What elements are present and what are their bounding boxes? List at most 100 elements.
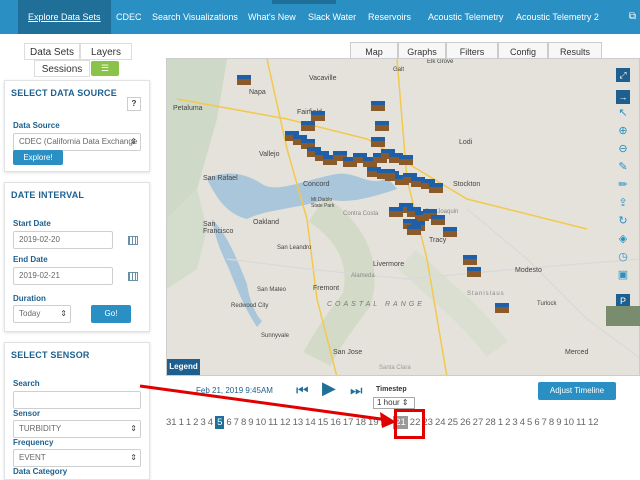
sliders-icon[interactable]: ☰ <box>91 61 119 76</box>
day-item[interactable]: 6 <box>534 417 539 428</box>
day-item[interactable]: 7 <box>542 417 547 428</box>
clock-icon[interactable]: ◷ <box>616 250 630 264</box>
day-item[interactable]: 9 <box>556 417 561 428</box>
day-item[interactable]: 27 <box>473 417 484 428</box>
day-item[interactable]: 31 <box>166 417 177 428</box>
station-marker-icon[interactable] <box>301 121 315 131</box>
day-item[interactable]: 17 <box>343 417 354 428</box>
frequency-select[interactable]: EVENT ⇕ <box>13 449 141 467</box>
day-item[interactable]: 19 <box>368 417 379 428</box>
tab-slack-water[interactable]: Slack Water <box>308 0 356 34</box>
frame-icon[interactable]: ▣ <box>616 268 630 282</box>
day-item[interactable]: 2 <box>505 417 510 428</box>
measure-icon[interactable]: ✎ <box>616 160 630 174</box>
tab-explore-data-sets[interactable]: Explore Data Sets <box>18 0 111 34</box>
refresh-icon[interactable]: ↻ <box>616 214 630 228</box>
tab-data-sets[interactable]: Data Sets <box>24 43 80 60</box>
data-source-select[interactable]: CDEC (California Data Exchange ⇕ <box>13 133 141 151</box>
day-item[interactable]: 3 <box>200 417 205 428</box>
day-item[interactable]: 9 <box>248 417 253 428</box>
day-item[interactable]: 2 <box>193 417 198 428</box>
draw-icon[interactable]: ✏ <box>616 178 630 192</box>
tab-acoustic-telemetry[interactable]: Acoustic Telemetry <box>428 0 503 34</box>
day-item[interactable]: 5 <box>527 417 532 428</box>
station-marker-icon[interactable] <box>429 183 443 193</box>
day-item[interactable]: 20 <box>381 417 392 428</box>
station-marker-icon[interactable] <box>463 255 477 265</box>
station-marker-icon[interactable] <box>371 137 385 147</box>
sensor-select[interactable]: TURBIDITY ⇕ <box>13 420 141 438</box>
day-item[interactable]: 8 <box>549 417 554 428</box>
day-item[interactable]: 10 <box>564 417 575 428</box>
day-item[interactable]: 10 <box>256 417 267 428</box>
day-item[interactable]: 7 <box>234 417 239 428</box>
day-item[interactable]: 16 <box>330 417 341 428</box>
day-item[interactable]: 13 <box>293 417 304 428</box>
day-item[interactable]: 14 <box>305 417 316 428</box>
tab-search-visualizations[interactable]: Search Visualizations <box>152 0 238 34</box>
station-marker-icon[interactable] <box>443 227 457 237</box>
station-marker-icon[interactable] <box>407 225 421 235</box>
station-marker-icon[interactable] <box>371 101 385 111</box>
adjust-timeline-button[interactable]: Adjust Timeline <box>538 382 616 400</box>
day-item[interactable]: 3 <box>512 417 517 428</box>
day-item[interactable]: 11 <box>268 417 278 428</box>
tab-cdec[interactable]: CDEC <box>116 0 142 34</box>
fullscreen-icon[interactable]: ⤢ <box>616 68 630 82</box>
station-marker-icon[interactable] <box>495 303 509 313</box>
day-item[interactable]: 4 <box>208 417 213 428</box>
arrow-right-icon[interactable]: → <box>616 90 630 104</box>
day-item[interactable]: 11 <box>576 417 586 428</box>
day-item[interactable]: 1 <box>498 417 503 428</box>
day-item[interactable]: 25 <box>448 417 459 428</box>
station-marker-icon[interactable] <box>431 215 445 225</box>
explore-button[interactable]: Explore! <box>13 150 63 165</box>
timestep-select[interactable]: 1 hour ⇕ <box>373 397 415 409</box>
tab-acoustic-telemetry-2[interactable]: Acoustic Telemetry 2 <box>516 0 599 34</box>
station-marker-icon[interactable] <box>311 111 325 121</box>
day-item[interactable]: 18 <box>355 417 366 428</box>
search-input[interactable] <box>13 391 141 409</box>
calendar-icon[interactable] <box>128 272 138 281</box>
zoom-in-icon[interactable]: ⊕ <box>616 124 630 138</box>
station-marker-icon[interactable] <box>389 207 403 217</box>
tab-whats-new[interactable]: What's New <box>248 0 296 34</box>
station-marker-icon[interactable] <box>399 155 413 165</box>
day-item[interactable]: 28 <box>485 417 496 428</box>
day-item[interactable]: 1 <box>179 417 184 428</box>
layers-icon[interactable]: ◈ <box>616 232 630 246</box>
duration-select[interactable]: Today ⇕ <box>13 305 71 323</box>
legend-button[interactable]: Legend <box>167 359 200 375</box>
day-item[interactable]: 26 <box>460 417 471 428</box>
play-icon[interactable]: ▶ <box>322 378 336 399</box>
day-item[interactable]: 12 <box>280 417 291 428</box>
station-marker-icon[interactable] <box>375 121 389 131</box>
day-item[interactable]: 15 <box>318 417 329 428</box>
day-item[interactable]: 4 <box>520 417 525 428</box>
map-view[interactable]: Vacaville Napa Petaluma Fairfield Lodi V… <box>166 58 640 376</box>
end-date-input[interactable]: 2019-02-21 <box>13 267 113 285</box>
day-item[interactable]: 6 <box>226 417 231 428</box>
day-item[interactable]: 5 <box>215 416 225 429</box>
tab-sessions[interactable]: Sessions <box>34 60 90 77</box>
tab-layers[interactable]: Layers <box>80 43 132 60</box>
go-button[interactable]: Go! <box>91 305 131 323</box>
external-link-icon[interactable]: ⧉ <box>629 0 636 34</box>
station-marker-icon[interactable] <box>467 267 481 277</box>
start-date-input[interactable]: 2019-02-20 <box>13 231 113 249</box>
help-button[interactable]: ? <box>127 97 141 111</box>
satellite-thumbnail[interactable] <box>606 306 640 326</box>
tab-reservoirs[interactable]: Reservoirs <box>368 0 411 34</box>
step-forward-icon[interactable]: ⏭ <box>350 382 363 399</box>
upload-icon[interactable]: ⇪ <box>616 196 630 210</box>
step-back-icon[interactable]: ⏮ <box>296 382 309 399</box>
pointer-icon[interactable]: ↖ <box>616 106 630 120</box>
day-item[interactable]: 1 <box>186 417 191 428</box>
station-marker-icon[interactable] <box>381 169 395 179</box>
zoom-out-icon[interactable]: ⊖ <box>616 142 630 156</box>
calendar-icon[interactable] <box>128 236 138 245</box>
day-item[interactable]: 24 <box>435 417 446 428</box>
station-marker-icon[interactable] <box>237 75 251 85</box>
day-item[interactable]: 12 <box>588 417 599 428</box>
day-item[interactable]: 8 <box>241 417 246 428</box>
